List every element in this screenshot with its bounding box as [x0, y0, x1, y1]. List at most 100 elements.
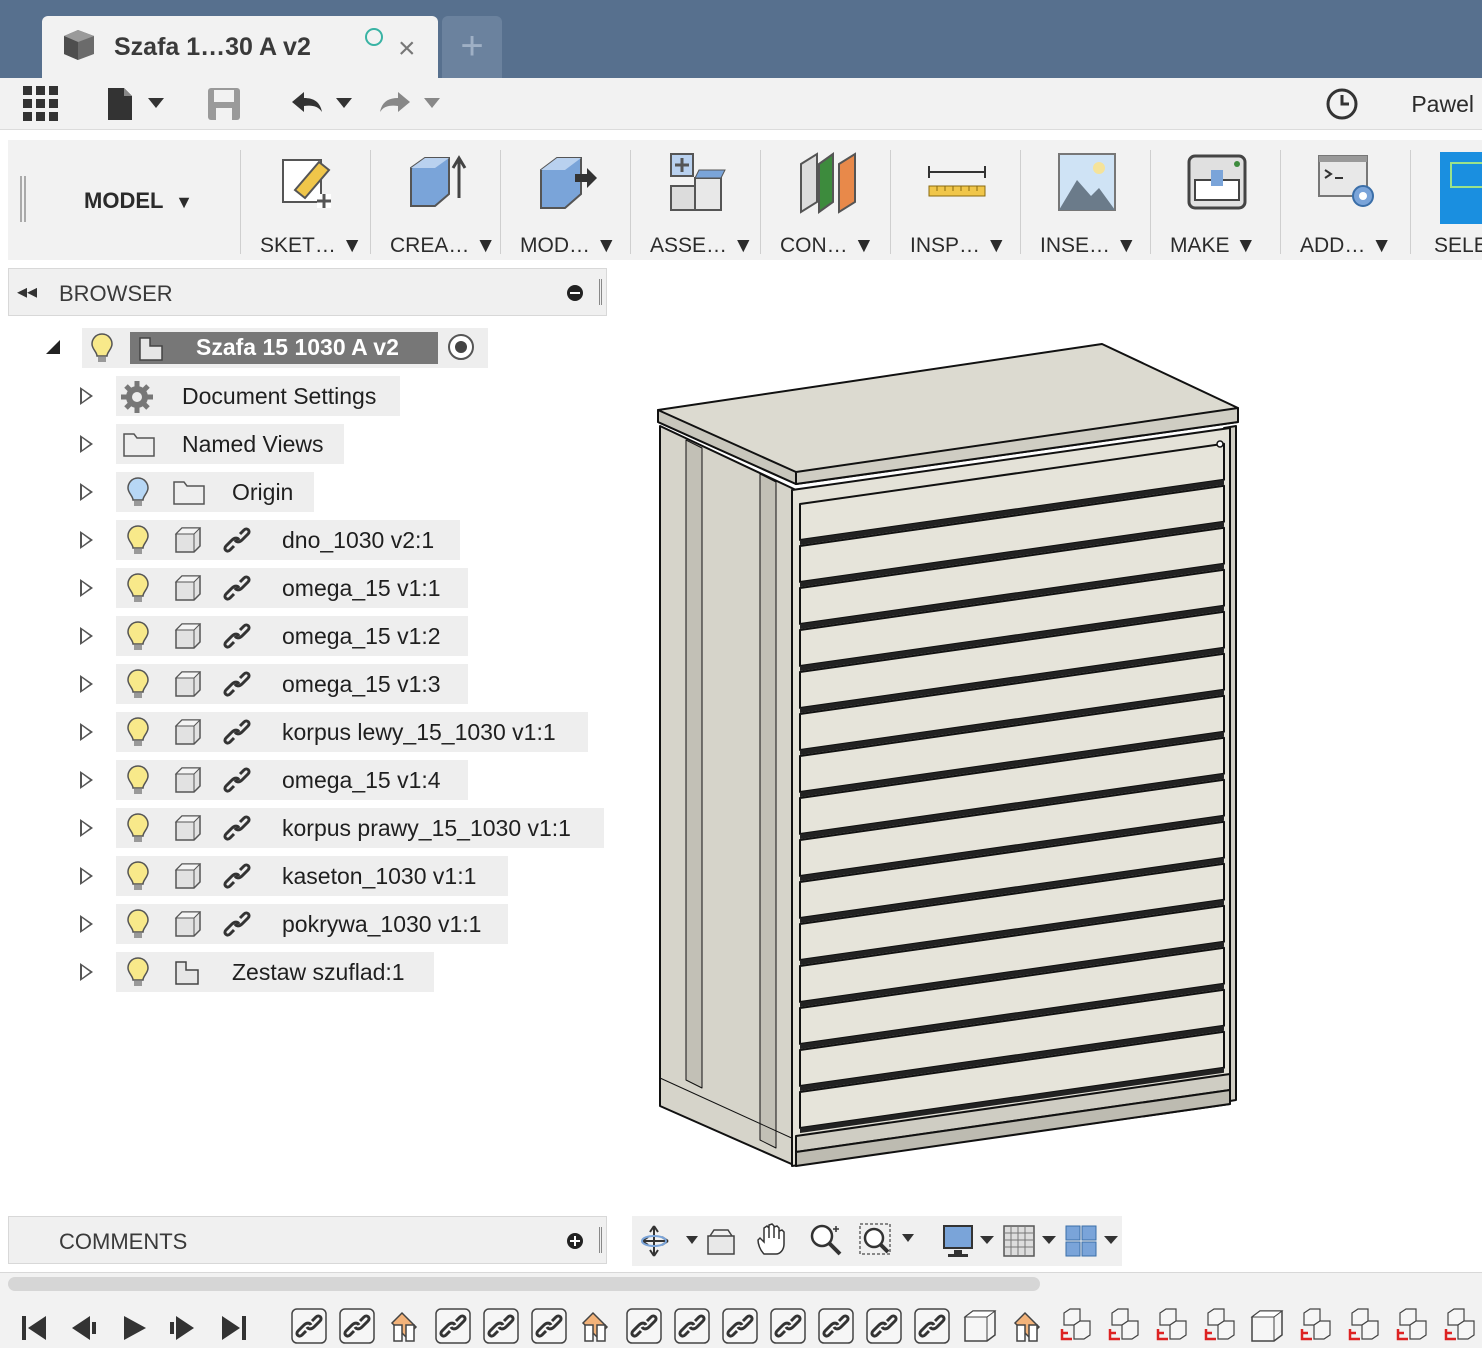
expand-root-triangle[interactable]	[46, 340, 60, 354]
expand-triangle[interactable]	[80, 723, 93, 741]
visibility-bulb-icon[interactable]	[126, 764, 150, 796]
redo-icon[interactable]	[376, 88, 446, 120]
close-tab-icon[interactable]: ×	[398, 34, 416, 64]
go-to-start-icon[interactable]	[20, 1313, 48, 1343]
visibility-bulb-icon[interactable]	[126, 572, 150, 604]
ribbon-group-insert[interactable]: INSE… ▼	[1020, 146, 1150, 258]
zoom-icon[interactable]	[808, 1222, 844, 1258]
go-to-end-icon[interactable]	[220, 1313, 248, 1343]
expand-triangle[interactable]	[80, 627, 93, 645]
ribbon-group-inspect[interactable]: INSP… ▼	[890, 146, 1020, 258]
timeline-link-icon[interactable]	[865, 1307, 903, 1345]
browser-item-occurrence[interactable]: korpus prawy_15_1030 v1:1	[116, 808, 604, 848]
ribbon-group-create[interactable]: CREA… ▼	[370, 146, 500, 258]
browser-item-occurrence[interactable]: korpus lewy_15_1030 v1:1	[116, 712, 588, 752]
expand-triangle[interactable]	[80, 915, 93, 933]
display-settings-icon[interactable]	[940, 1224, 1000, 1260]
timeline-comp-icon[interactable]	[1440, 1307, 1478, 1345]
browser-root-node[interactable]: Szafa 15 1030 A v2	[82, 328, 488, 368]
browser-item-occurrence[interactable]: omega_15 v1:2	[116, 616, 468, 656]
timeline-link-icon[interactable]	[338, 1307, 376, 1345]
expand-triangle[interactable]	[80, 531, 93, 549]
file-menu-icon[interactable]	[106, 86, 166, 122]
new-tab-button[interactable]: +	[442, 16, 502, 78]
visibility-bulb-icon[interactable]	[126, 524, 150, 556]
browser-item-occurrence[interactable]: kaseton_1030 v1:1	[116, 856, 508, 896]
ribbon-grip-handle[interactable]	[20, 176, 26, 222]
cabinet-model[interactable]	[657, 343, 1239, 1167]
collapse-panel-icon[interactable]: ◂◂	[17, 279, 37, 304]
ribbon-group-addins[interactable]: ADD… ▼	[1280, 146, 1410, 258]
visibility-bulb-icon[interactable]	[126, 860, 150, 892]
browser-item-origin[interactable]: Origin	[116, 472, 314, 512]
expand-triangle[interactable]	[80, 579, 93, 597]
browser-item-occurrence[interactable]: pokrywa_1030 v1:1	[116, 904, 508, 944]
expand-plus-icon[interactable]	[567, 1233, 583, 1249]
activate-radio-icon[interactable]	[448, 334, 474, 360]
expand-triangle[interactable]	[80, 435, 93, 453]
timeline-body-icon[interactable]	[961, 1307, 999, 1345]
timeline-link-icon[interactable]	[530, 1307, 568, 1345]
visibility-bulb-icon[interactable]	[126, 668, 150, 700]
ribbon-group-make[interactable]: MAKE ▼	[1150, 146, 1280, 258]
timeline-comp-icon[interactable]	[1152, 1307, 1190, 1345]
timeline-comp-icon[interactable]	[1200, 1307, 1238, 1345]
timeline-link-icon[interactable]	[817, 1307, 855, 1345]
undo-icon[interactable]	[288, 88, 358, 120]
ribbon-group-construct[interactable]: CON… ▼	[760, 146, 890, 258]
visibility-bulb-icon[interactable]	[126, 956, 150, 988]
collapse-minus-icon[interactable]	[567, 285, 583, 301]
timeline-body-icon[interactable]	[1248, 1307, 1286, 1345]
ribbon-group-modify[interactable]: MOD… ▼	[500, 146, 630, 258]
look-at-icon[interactable]	[704, 1226, 738, 1256]
timeline-comp-icon[interactable]	[1056, 1307, 1094, 1345]
timeline-comp-icon[interactable]	[1296, 1307, 1334, 1345]
timeline-link-icon[interactable]	[913, 1307, 951, 1345]
zoom-window-icon[interactable]	[858, 1222, 922, 1258]
expand-triangle[interactable]	[80, 819, 93, 837]
visibility-bulb-icon[interactable]	[90, 332, 114, 364]
3d-viewport-canvas[interactable]	[620, 268, 1482, 1208]
expand-triangle[interactable]	[80, 675, 93, 693]
expand-triangle[interactable]	[80, 867, 93, 885]
browser-item-zestaw-szuflad[interactable]: Zestaw szuflad:1	[116, 952, 434, 992]
save-icon[interactable]	[206, 86, 242, 122]
timeline-link-icon[interactable]	[482, 1307, 520, 1345]
job-status-clock-icon[interactable]	[1324, 86, 1360, 122]
timeline-joint-icon[interactable]	[386, 1307, 424, 1345]
ribbon-group-sketch[interactable]: SKET… ▼	[240, 146, 370, 258]
expand-triangle[interactable]	[80, 387, 93, 405]
visibility-bulb-icon[interactable]	[126, 476, 150, 508]
browser-item-document-settings[interactable]: Document Settings	[116, 376, 400, 416]
document-tab[interactable]: Szafa 1…30 A v2 ×	[42, 16, 438, 78]
timeline-comp-icon[interactable]	[1104, 1307, 1142, 1345]
viewports-icon[interactable]	[1064, 1224, 1124, 1260]
panel-resize-handle[interactable]	[599, 279, 602, 305]
timeline-link-icon[interactable]	[673, 1307, 711, 1345]
ribbon-group-assemble[interactable]: ASSE… ▼	[630, 146, 760, 258]
timeline-joint-icon[interactable]	[577, 1307, 615, 1345]
timeline-comp-icon[interactable]	[1344, 1307, 1382, 1345]
workspace-switcher[interactable]: MODEL ▼	[84, 188, 193, 214]
step-forward-icon[interactable]	[168, 1313, 196, 1343]
timeline-link-icon[interactable]	[434, 1307, 472, 1345]
ribbon-group-select[interactable]: SELE	[1410, 146, 1482, 258]
browser-item-occurrence[interactable]: dno_1030 v2:1	[116, 520, 460, 560]
orbit-icon[interactable]	[640, 1224, 704, 1258]
visibility-bulb-icon[interactable]	[126, 812, 150, 844]
user-account-name[interactable]: Pawel	[1411, 91, 1474, 118]
step-back-icon[interactable]	[70, 1313, 98, 1343]
timeline-link-icon[interactable]	[721, 1307, 759, 1345]
timeline-joint-icon[interactable]	[1009, 1307, 1047, 1345]
pan-hand-icon[interactable]	[754, 1222, 790, 1258]
timeline-link-icon[interactable]	[769, 1307, 807, 1345]
visibility-bulb-icon[interactable]	[126, 620, 150, 652]
expand-triangle[interactable]	[80, 483, 93, 501]
browser-item-named-views[interactable]: Named Views	[116, 424, 344, 464]
browser-item-occurrence[interactable]: omega_15 v1:3	[116, 664, 468, 704]
timeline-link-icon[interactable]	[290, 1307, 328, 1345]
expand-triangle[interactable]	[80, 771, 93, 789]
visibility-bulb-icon[interactable]	[126, 908, 150, 940]
timeline-link-icon[interactable]	[625, 1307, 663, 1345]
play-icon[interactable]	[120, 1313, 148, 1343]
